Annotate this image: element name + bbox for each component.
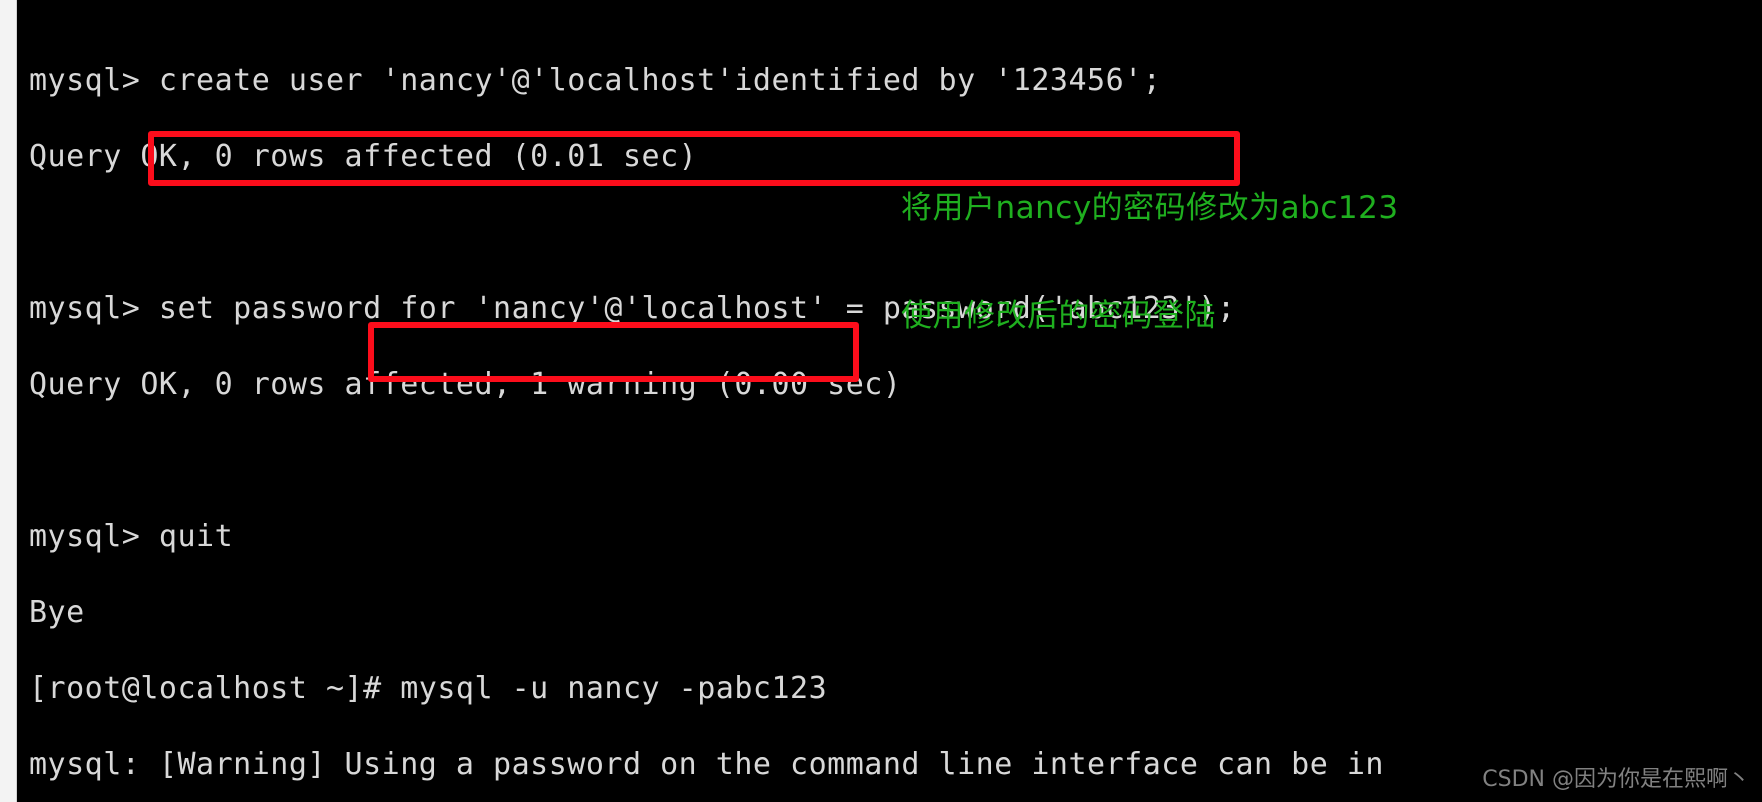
screenshot-root: mysql> create user 'nancy'@'localhost'id… — [0, 0, 1762, 802]
terminal-output: mysql> create user 'nancy'@'localhost'id… — [29, 24, 1749, 802]
csdn-watermark: CSDN @因为你是在熙啊丶 — [1482, 767, 1750, 792]
terminal-line: mysql> create user 'nancy'@'localhost'id… — [29, 63, 1162, 98]
annotation-note-login-with-new-password: 使用修改后的密码登陆 — [901, 298, 1216, 334]
annotation-note-change-password: 将用户nancy的密码修改为abc123 — [901, 190, 1399, 226]
terminal-window[interactable]: mysql> create user 'nancy'@'localhost'id… — [17, 0, 1762, 802]
left-edge-strip — [0, 0, 17, 802]
terminal-line: Query OK, 0 rows affected, 1 warning (0.… — [29, 367, 902, 402]
terminal-line: Bye — [29, 595, 85, 630]
terminal-line: mysql> quit — [29, 519, 234, 554]
terminal-line: mysql> set password for 'nancy'@'localho… — [29, 291, 1236, 326]
terminal-line: [root@localhost ~]# mysql -u nancy -pabc… — [29, 671, 828, 706]
terminal-line: Query OK, 0 rows affected (0.01 sec) — [29, 139, 698, 174]
